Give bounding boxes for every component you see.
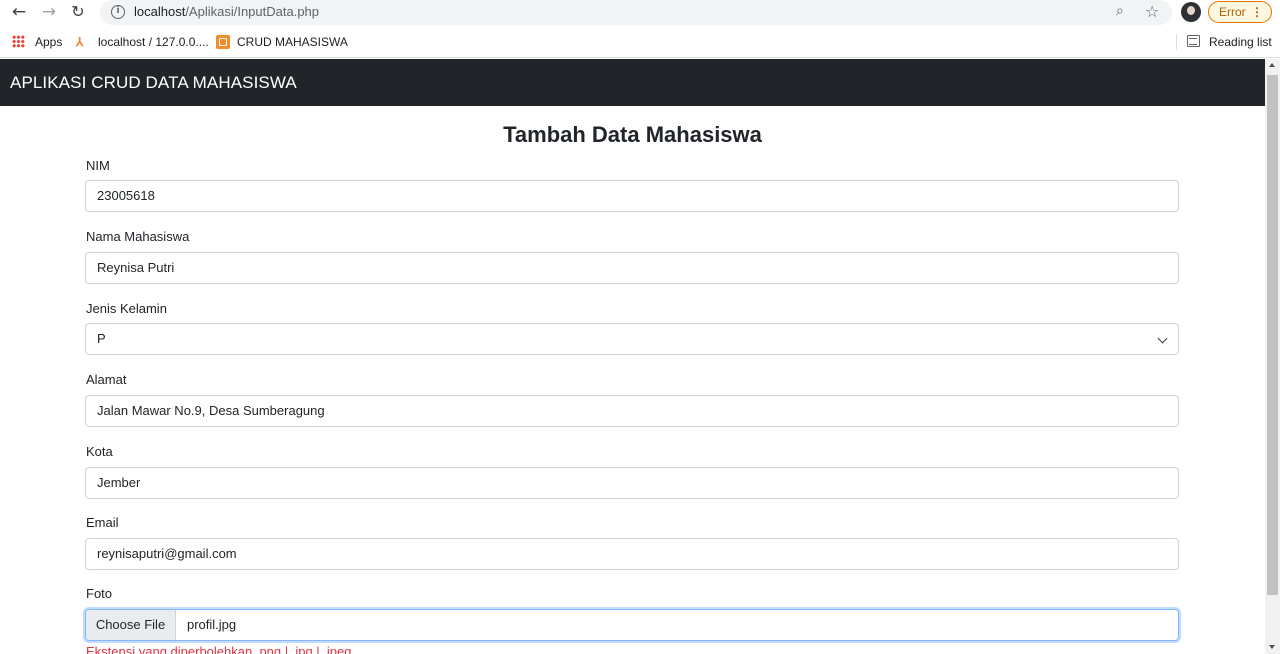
bookmark-star-icon[interactable]: ☆ [1145,2,1159,21]
file-name: profil.jpg [187,617,237,632]
jenis-kelamin-select[interactable]: P [85,323,1179,355]
bookmarks-bar: Apps ⅄ localhost / 127.0.0.... CRUD MAHA… [0,25,1280,58]
scroll-down-arrow-icon[interactable] [1269,645,1275,649]
chevron-down-icon [1157,333,1168,344]
nim-input[interactable]: 23005618 [85,180,1179,212]
foto-file-input[interactable]: Choose File profil.jpg [85,609,1179,641]
file-extension-helper: Ekstensi yang diperbolehkan .png | .jpg … [86,644,352,654]
navbar: APLIKASI CRUD DATA MAHASISWA [0,59,1265,106]
url-path: /Aplikasi/InputData.php [185,4,320,19]
email-input[interactable]: reynisaputri@gmail.com [85,538,1179,570]
reading-list-button[interactable]: Reading list [1209,34,1272,50]
choose-file-button[interactable]: Choose File [86,610,176,640]
url-text[interactable]: localhost/Aplikasi/InputData.php [134,4,319,19]
apps-grid-icon[interactable] [12,35,25,48]
bookmark-crud[interactable]: CRUD MAHASISWA [237,34,348,50]
bookmarks-divider [1176,34,1177,50]
back-arrow-icon[interactable]: ← [9,2,29,22]
page-title: Tambah Data Mahasiswa [503,122,762,147]
url-host: localhost [134,4,186,19]
reload-icon[interactable]: ↻ [68,2,88,22]
jenis-kelamin-value: P [97,331,106,346]
bookmark-apps[interactable]: Apps [35,34,62,50]
crud-favicon-icon [216,35,230,49]
scrollbar-thumb[interactable] [1267,75,1278,595]
address-bar[interactable]: i localhost/Aplikasi/InputData.php ⌕ ☆ [100,0,1172,25]
error-button[interactable]: Error ⋮ [1208,1,1272,23]
zoom-icon[interactable]: ⌕ [1116,3,1124,19]
bookmark-localhost[interactable]: localhost / 127.0.0.... [98,34,209,50]
reading-list-icon [1187,35,1200,47]
menu-dots-icon: ⋮ [1251,5,1263,19]
navbar-brand[interactable]: APLIKASI CRUD DATA MAHASISWA [10,73,297,93]
browser-toolbar: ← → ↻ i localhost/Aplikasi/InputData.php… [0,0,1280,25]
xampp-icon: ⅄ [76,35,84,49]
forward-arrow-icon[interactable]: → [39,2,59,22]
alamat-input[interactable]: Jalan Mawar No.9, Desa Sumberagung [85,395,1179,427]
site-info-icon[interactable]: i [111,5,125,19]
kota-input[interactable]: Jember [85,467,1179,499]
error-label: Error [1219,5,1246,19]
profile-avatar[interactable] [1181,2,1201,22]
alamat-label: Alamat [86,372,127,387]
nama-input[interactable]: Reynisa Putri [85,252,1179,284]
nama-label: Nama Mahasiswa [86,229,190,244]
scroll-up-arrow-icon[interactable] [1269,63,1275,67]
page-scrollbar[interactable] [1265,59,1280,654]
nim-label: NIM [86,158,110,173]
foto-label: Foto [86,586,113,601]
page-viewport: APLIKASI CRUD DATA MAHASISWA Tambah Data… [0,59,1265,654]
email-label: Email [86,515,119,530]
jenis-kelamin-label: Jenis Kelamin [86,301,167,316]
kota-label: Kota [86,444,113,459]
